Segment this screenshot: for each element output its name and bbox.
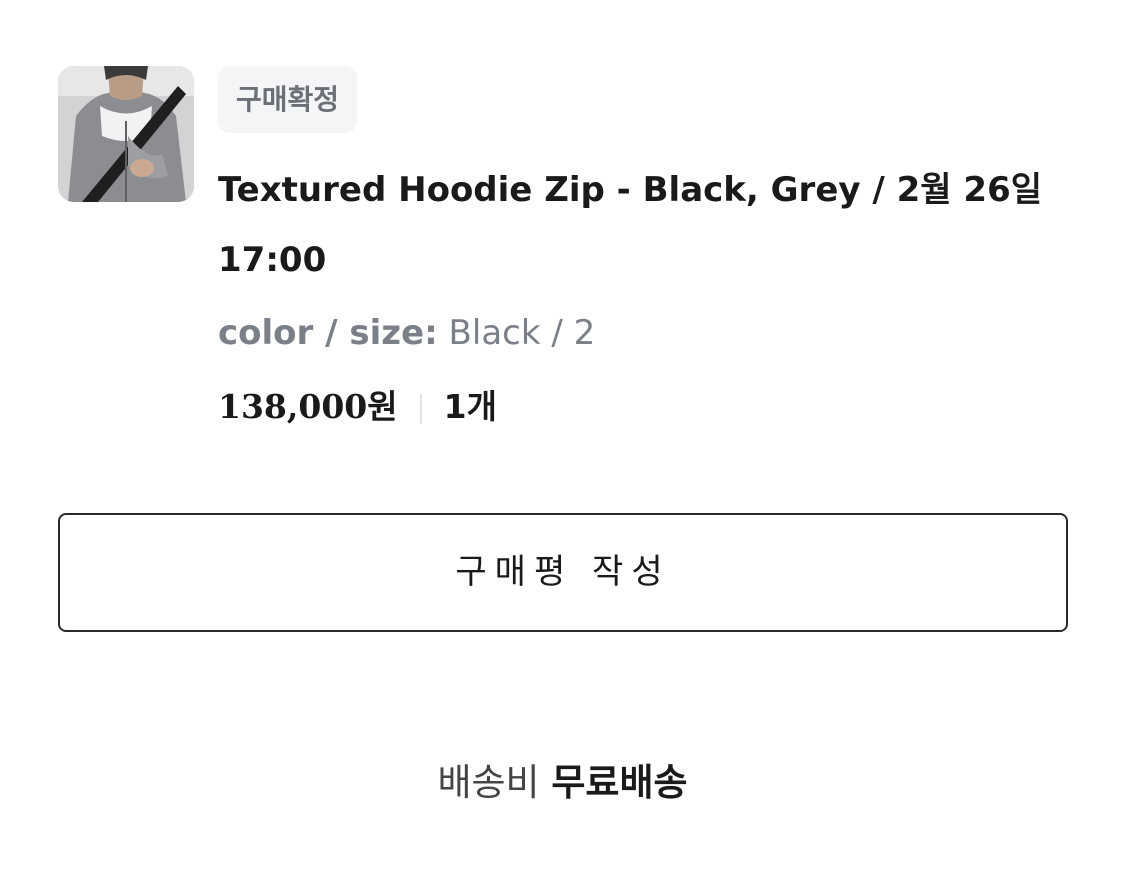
order-info: 구매확정 Textured Hoodie Zip - Black, Grey /… — [218, 66, 1068, 432]
product-option: color / size: Black / 2 — [218, 306, 1068, 360]
product-thumbnail[interactable] — [58, 66, 194, 202]
write-review-button[interactable]: 구매평 작성 — [58, 513, 1068, 632]
option-value: Black / 2 — [448, 313, 596, 353]
quantity: 1개 — [443, 387, 497, 426]
price-quantity: 138,000원 1개 — [218, 382, 1068, 432]
price: 138,000원 — [218, 387, 398, 426]
status-badge: 구매확정 — [218, 66, 358, 133]
product-photo-icon — [58, 66, 194, 202]
shipping-fee: 배송비 무료배송 — [0, 755, 1125, 811]
shipping-value: 무료배송 — [551, 761, 688, 804]
divider — [419, 393, 422, 424]
shipping-label: 배송비 — [437, 761, 540, 804]
product-title[interactable]: Textured Hoodie Zip - Black, Grey / 2월 2… — [218, 155, 1068, 295]
option-label: color / size: — [218, 313, 438, 353]
